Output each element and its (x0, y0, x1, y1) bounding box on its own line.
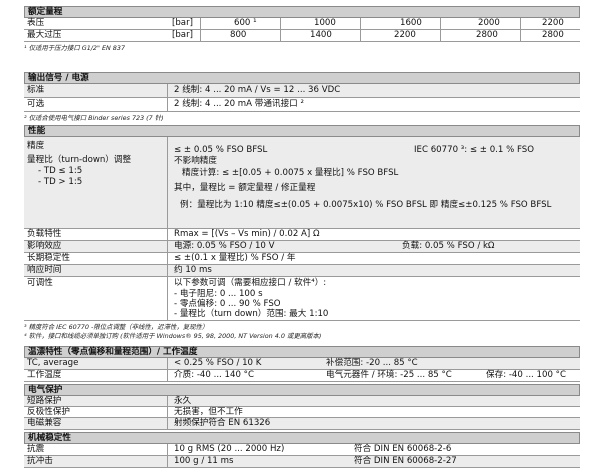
row-value: Rmax = [(Vs – Vs min) / 0.02 A] Ω (174, 229, 320, 239)
row-value: 不影响精度 (174, 156, 217, 166)
row-label: - TD > 1:5 (38, 177, 83, 187)
footnote: ⁴ 软件，接口和线缆必须单独订购 (软件适用于 Windows® 95, 98,… (24, 332, 322, 340)
row-value: IEC 60770 ³: ≤ ± 0.1 % FSO (414, 145, 535, 155)
row-value: 例：量程比为 1:10 精度≤±(0.05 + 0.0075x10) % FSO… (180, 200, 552, 210)
row-value: 符合 DIN EN 60068-2-27 (354, 456, 457, 466)
table-row: 抗震 10 g RMS (20 ... 2000 Hz) 符合 DIN EN 6… (24, 444, 580, 456)
row-value: ≤ ±(0.1 x 量程比) % FSO / 年 (174, 253, 296, 263)
table-cell: 2200 (542, 18, 564, 28)
row-value: - 量程比（turn down）范围: 最大 1:10 (174, 309, 329, 319)
table-row: 可选 2 线制: 4 ... 20 mA 带通讯接口 ² (24, 98, 580, 112)
row-label: 精度 (27, 141, 45, 151)
row-label: 可调性 (27, 278, 53, 288)
row-label: 负载特性 (27, 229, 62, 239)
section-header-thermal: 温漂特性（零点偏移和量程范围）/ 工作温度 (24, 346, 580, 358)
table-row: 负载特性 Rmax = [(Vs – Vs min) / 0.02 A] Ω (24, 229, 580, 241)
row-value: 以下参数可调（需要相应接口 / 软件⁴）: (174, 278, 327, 288)
table-row: 最大过压 [bar] 800 1400 2200 2800 2800 (24, 30, 580, 42)
row-label: 抗震 (27, 444, 45, 454)
row-value: 负载: 0.05 % FSO / kΩ (402, 241, 495, 251)
table-row: 电磁兼容 射频保护符合 EN 61326 (24, 418, 580, 430)
row-value: 约 10 ms (174, 265, 212, 275)
row-label: 量程比（turn-down）调整 (27, 155, 132, 165)
table-row: 标准 2 线制: 4 ... 20 mA / Vs = 12 ... 36 VD… (24, 84, 580, 98)
row-value: 10 g RMS (20 ... 2000 Hz) (174, 444, 285, 454)
table-cell: 2000 (478, 18, 500, 28)
row-value: 永久 (174, 396, 192, 406)
table-row: 工作温度 介质: -40 ... 140 °C 电气元器件 / 环境: -25 … (24, 370, 580, 382)
row-value: 电气元器件 / 环境: -25 ... 85 °C (326, 370, 452, 380)
row-value: 2 线制: 4 ... 20 mA 带通讯接口 ² (174, 99, 304, 109)
section-header-performance: 性能 (24, 125, 580, 137)
row-value: < 0.25 % FSO / 10 K (174, 358, 262, 368)
footnote: ³ 精度符合 IEC 60770 -限位点调整（非线性，迟滞性，复现性） (24, 323, 209, 331)
table-row: 短路保护 永久 (24, 396, 580, 407)
row-label: TC, average (27, 358, 79, 368)
row-value: 其中，量程比 = 额定量程 / 修正量程 (174, 183, 316, 193)
row-label: 工作温度 (27, 370, 62, 380)
row-label: 影响效应 (27, 241, 62, 251)
row-label: 反极性保护 (27, 407, 70, 417)
table-cell: 2800 (476, 30, 498, 40)
row-value: 射频保护符合 EN 61326 (174, 418, 271, 428)
row-label: 标准 (27, 85, 45, 95)
row-label: 可选 (27, 99, 45, 109)
table-cell: 1000 (314, 18, 336, 28)
table-row: 精度 量程比（turn-down）调整 - TD ≤ 1:5 - TD > 1:… (24, 137, 580, 229)
table-cell: 800 (230, 30, 247, 40)
table-cell: 1400 (310, 30, 332, 40)
table-row: 抗冲击 100 g / 11 ms 符合 DIN EN 60068-2-27 (24, 456, 580, 468)
row-value: 2 线制: 4 ... 20 mA / Vs = 12 ... 36 VDC (174, 85, 341, 95)
table-cell: 600 ¹ (234, 18, 257, 28)
row-value: 精度计算: ≤ ±[0.05 + 0.0075 x 量程比] % FSO BFS… (182, 168, 399, 178)
table-row: 表压 [bar] 600 ¹ 1000 1600 2000 2200 (24, 18, 580, 30)
section-header-mechanical: 机械稳定性 (24, 432, 580, 444)
row-value: 介质: -40 ... 140 °C (174, 370, 254, 380)
row-label: 响应时间 (27, 265, 62, 275)
table-row: 影响效应 电源: 0.05 % FSO / 10 V 负载: 0.05 % FS… (24, 241, 580, 253)
table-row: 响应时间 约 10 ms (24, 265, 580, 277)
row-label: 抗冲击 (27, 456, 53, 466)
table-cell: 2200 (394, 30, 416, 40)
datasheet-page: { "rated_range": { "header": "额定量程", "ro… (0, 0, 600, 475)
row-value: 符合 DIN EN 60068-2-6 (354, 444, 452, 454)
table-cell: 2800 (542, 30, 564, 40)
row-value: 100 g / 11 ms (174, 456, 234, 466)
row-label: - TD ≤ 1:5 (38, 166, 83, 176)
footnote: ² 仅适合使用电气接口 Binder series 723 (7 针) (24, 114, 164, 122)
table-cell: 1600 (400, 18, 422, 28)
row-unit: [bar] (172, 18, 193, 28)
table-row: 可调性 以下参数可调（需要相应接口 / 软件⁴）: - 电子阻尼: 0 ... … (24, 277, 580, 321)
row-value: 保存: -40 ... 100 °C (486, 370, 566, 380)
section-header-rated-range: 额定量程 (24, 6, 580, 18)
row-value: ≤ ± 0.05 % FSO BFSL (174, 145, 268, 155)
footnote: ¹ 仅适用于压力接口 G1/2" EN 837 (24, 44, 126, 52)
row-value: 电源: 0.05 % FSO / 10 V (174, 241, 275, 251)
row-value: 补偿范围: -20 ... 85 °C (326, 358, 418, 368)
row-value: 无损害，但不工作 (174, 407, 243, 417)
table-row: 长期稳定性 ≤ ±(0.1 x 量程比) % FSO / 年 (24, 253, 580, 265)
row-label: 表压 (27, 18, 45, 28)
row-label: 电磁兼容 (27, 418, 62, 428)
table-row: 反极性保护 无损害，但不工作 (24, 407, 580, 418)
row-label: 短路保护 (27, 396, 62, 406)
row-label: 最大过压 (27, 30, 62, 40)
section-header-output: 输出信号 / 电源 (24, 72, 580, 84)
row-unit: [bar] (172, 30, 193, 40)
row-label: 长期稳定性 (27, 253, 70, 263)
section-header-protection: 电气保护 (24, 384, 580, 396)
table-row: TC, average < 0.25 % FSO / 10 K 补偿范围: -2… (24, 358, 580, 370)
